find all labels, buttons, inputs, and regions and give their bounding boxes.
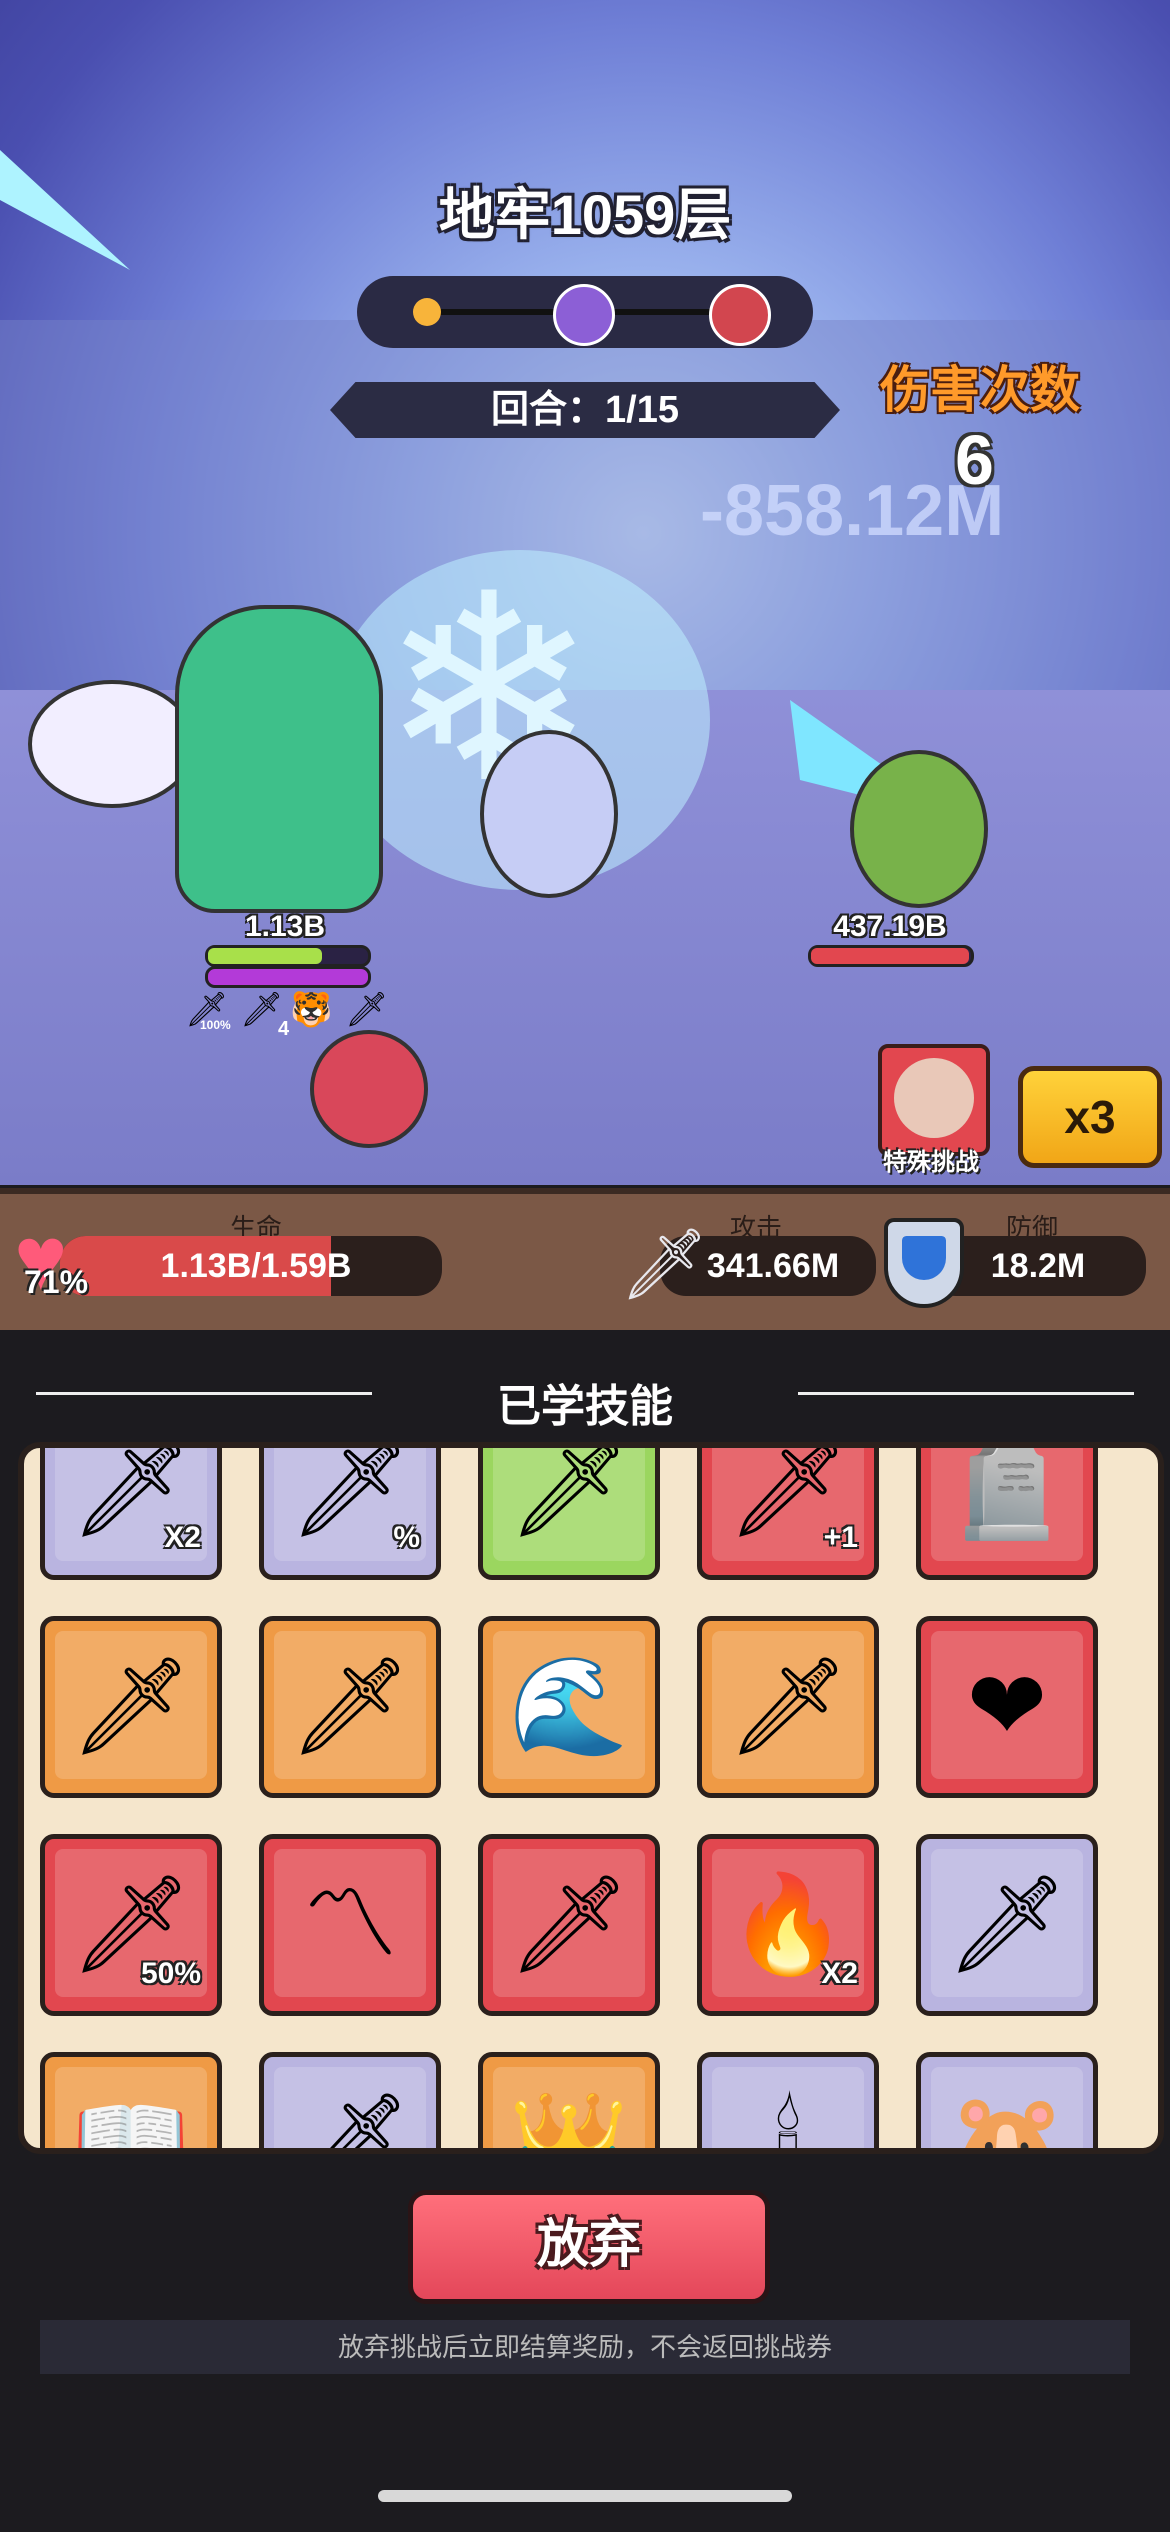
skill-tile[interactable]: 🗡 [697, 1616, 879, 1798]
give-up-notice: 放弃挑战后立即结算奖励，不会返回挑战券 [40, 2320, 1130, 2374]
skill-badge: 50% [140, 1957, 201, 1990]
special-challenge-button[interactable] [878, 1044, 990, 1156]
ice-princess-ally [480, 730, 618, 898]
sword-icon: 🗡 [70, 1653, 192, 1760]
give-up-button[interactable]: 放弃 [408, 2190, 770, 2304]
sword-icon: 🗡 [70, 1442, 192, 1542]
sword-icon: 🗡 [289, 1653, 411, 1760]
skill-tile[interactable]: 🗡 [259, 1616, 441, 1798]
buff-icons: 🗡 100% 🗡 4 🐯 🗡 [180, 990, 390, 1040]
skill-tile[interactable]: 🗡 50% [40, 1834, 222, 2016]
sword-icon: 🗡 [289, 2089, 411, 2154]
skill-tile[interactable]: 📖 [40, 2052, 222, 2154]
goblin-spear-enemy [850, 750, 988, 908]
capybara-icon: 🐹 [947, 2089, 1067, 2154]
skill-tile[interactable]: 🗡 [259, 2052, 441, 2154]
enemy-hp-bar [808, 945, 974, 967]
sword-icon: 🗡 [289, 1442, 411, 1542]
enemy-hp-label: 437.19B [833, 910, 947, 943]
speed-x3-button[interactable]: x3 [1018, 1066, 1162, 1168]
damage-number: -858.12M [700, 471, 1005, 551]
ice-cream-slime-pet [28, 680, 196, 808]
sword-icon: 🗡 [508, 1871, 630, 1978]
skill-tile[interactable]: 〽 [259, 1834, 441, 2016]
skill-tile[interactable]: 👑 [478, 2052, 660, 2154]
hp-bar: 1.13B/1.59B [60, 1236, 442, 1296]
sword-icon: 🗡 [508, 1442, 630, 1542]
skills-grid[interactable]: 🗡 X2 🗡% 🗡 🗡 +1 🪦 🗡 🗡 🌊 🗡 ❤ 🗡 50% 〽 🗡 🔥 X2 🗡 📖 🗡 👑 🕯 🐹 [18, 1442, 1164, 2154]
skill-tile[interactable]: 🗡% [259, 1442, 441, 1580]
skill-badge: % [393, 1521, 420, 1554]
sword-buff-icon: 🗡 [240, 991, 284, 1029]
hp-value: 1.13B/1.59B [160, 1247, 352, 1285]
skill-tile[interactable]: ❤ [916, 1616, 1098, 1798]
home-indicator[interactable] [378, 2490, 792, 2502]
slash-icon: 〽 [302, 1871, 398, 1978]
book-icon: 📖 [71, 2089, 191, 2154]
dungeon-floor-title: 地牢1059层 [438, 183, 732, 246]
shield-icon [884, 1218, 964, 1308]
player-hp-label: 1.13B [244, 910, 326, 943]
tombstone-icon: 🪦 [947, 1442, 1067, 1542]
skill-tile[interactable]: 🗡 [40, 1616, 222, 1798]
sword-icon: 🗡 [727, 1442, 849, 1542]
crown-icon: 👑 [509, 2089, 629, 2154]
skill-tile[interactable]: 🔥 X2 [697, 1834, 879, 2016]
skill-tile[interactable]: 🗡 [478, 1442, 660, 1580]
skull-icon [894, 1058, 974, 1138]
special-challenge-label: 特殊挑战 [883, 1149, 979, 1176]
skill-tile[interactable]: 🗡 +1 [697, 1442, 879, 1580]
buff-percent-label: 100% [200, 1018, 231, 1032]
hit-count-label: 伤害次数 [880, 362, 1080, 418]
miniboss-skull-icon [553, 284, 615, 346]
round-indicator: 回合：1/15 [330, 382, 840, 438]
sword-icon: 🗡 [620, 1225, 709, 1303]
hp-percent: 71% [24, 1264, 89, 1300]
skill-badge: +1 [823, 1521, 858, 1554]
stage-progress [357, 276, 813, 348]
sword-buff-icon: 🗡 [345, 991, 389, 1029]
skill-tile[interactable]: 🗡 [478, 1834, 660, 2016]
boss-skull-icon [709, 284, 771, 346]
pillar-icon: 🕯 [774, 2089, 802, 2154]
sword-icon: 🗡 [727, 1653, 849, 1760]
current-stage-dot [413, 298, 441, 326]
buff-stack-label: 4 [278, 1018, 290, 1040]
pet-buff-icon: 🐯 [290, 991, 333, 1029]
skill-tile[interactable]: 🌊 [478, 1616, 660, 1798]
king-companion [310, 1030, 428, 1148]
wave-icon: 🌊 [509, 1653, 629, 1760]
skill-tile[interactable]: 🪦 [916, 1442, 1098, 1580]
frog-hood-hero [175, 605, 383, 913]
learned-skills-title: 已学技能 [497, 1382, 673, 1431]
skill-badge: X2 [821, 1957, 858, 1990]
skill-tile[interactable]: 🕯 [697, 2052, 879, 2154]
player-shield-bar [205, 966, 371, 988]
skill-tile[interactable]: 🐹 [916, 2052, 1098, 2154]
skill-badge: X2 [164, 1521, 201, 1554]
sword-icon: 🗡 [946, 1871, 1068, 1978]
heart-icon: ❤ [966, 1653, 1048, 1760]
skill-tile[interactable]: 🗡 [916, 1834, 1098, 2016]
stats-bar: 生命 1.13B/1.59B ♥ 71% 攻击 341.66M 🗡 防御 18.… [0, 1188, 1170, 1338]
skill-tile[interactable]: 🗡 X2 [40, 1442, 222, 1580]
battle-scene: ❄ 地牢1059层 回合：1/15 伤害次数 6 -858.12M 1.13B … [0, 0, 1170, 1185]
player-hp-bar [205, 945, 371, 967]
